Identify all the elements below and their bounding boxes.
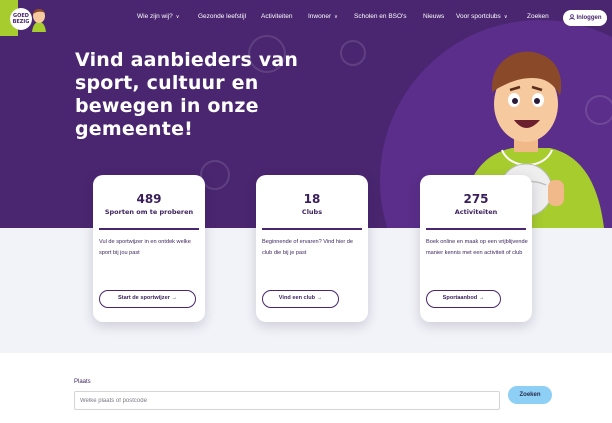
card-label: Sporten om te proberen bbox=[104, 208, 194, 216]
nav-label: Wie zijn wij? bbox=[137, 13, 173, 20]
location-search-input[interactable] bbox=[74, 391, 500, 410]
nav-label: Voor sportclubs bbox=[456, 13, 501, 20]
logo-mascot-icon bbox=[32, 8, 46, 32]
card-description: Vul de sportwijzer in en ontdek welke sp… bbox=[99, 239, 191, 256]
chevron-down-icon: ∨ bbox=[334, 14, 338, 20]
nav-label: Scholen en BSO's bbox=[354, 13, 407, 20]
card-number: 489 bbox=[136, 192, 162, 206]
nav-label: Inwoner bbox=[308, 13, 332, 20]
nav-label: Nieuws bbox=[423, 13, 445, 20]
logo-line-2: BEZIG bbox=[12, 19, 30, 25]
nav-item-scholen-en-bso[interactable]: Scholen en BSO's bbox=[354, 13, 407, 20]
site-logo[interactable]: GOED BEZIG bbox=[10, 6, 50, 32]
stat-card-sporten: 489 Sporten om te proberen Vul de sportw… bbox=[93, 175, 205, 322]
search-location-label: Plaats bbox=[74, 379, 91, 385]
nav-item-voor-sportclubs[interactable]: Voor sportclubs ∨ bbox=[456, 13, 507, 20]
nav-item-activiteiten[interactable]: Activiteiten bbox=[261, 13, 292, 20]
sportaanbod-button[interactable]: Sportaanbod → bbox=[426, 290, 501, 308]
nav-item-wie-zijn-wij[interactable]: Wie zijn wij? ∨ bbox=[137, 13, 179, 20]
card-divider bbox=[426, 228, 526, 230]
hero-title: Vind aanbieders van sport, cultuur en be… bbox=[75, 49, 299, 140]
nav-label: Gezonde leefstijl bbox=[198, 13, 247, 20]
nav-item-nieuws[interactable]: Nieuws bbox=[423, 13, 444, 20]
nav-label: Zoeken bbox=[527, 13, 549, 20]
nav-item-zoeken[interactable]: Zoeken bbox=[527, 13, 549, 20]
top-navigation: GOED BEZIG Wie zijn wij? ∨ Gezonde leefst… bbox=[0, 0, 612, 38]
nav-item-inwoner[interactable]: Inwoner ∨ bbox=[308, 13, 338, 20]
login-label: Inloggen bbox=[576, 15, 602, 21]
card-divider bbox=[99, 228, 199, 230]
chevron-down-icon: ∨ bbox=[175, 14, 180, 20]
stat-card-clubs: 18 Clubs Beginnende of ervaren? Vind hie… bbox=[256, 175, 368, 322]
chevron-down-icon: ∨ bbox=[503, 14, 508, 20]
nav-item-gezonde-leefstijl[interactable]: Gezonde leefstijl bbox=[198, 13, 246, 20]
search-submit-button[interactable]: Zoeken bbox=[508, 386, 552, 404]
card-number: 18 bbox=[303, 192, 321, 206]
card-label: Clubs bbox=[301, 208, 323, 216]
nav-label: Activiteiten bbox=[261, 13, 293, 20]
card-label: Activiteiten bbox=[454, 208, 498, 216]
card-divider bbox=[262, 228, 362, 230]
vind-een-club-button[interactable]: Vind een club → bbox=[262, 290, 339, 308]
user-icon bbox=[568, 14, 575, 20]
logo-badge: GOED BEZIG bbox=[10, 8, 32, 30]
card-number: 275 bbox=[463, 192, 489, 206]
card-description: Boek online en maak op een vrijblijvende… bbox=[426, 239, 528, 256]
start-sportwijzer-button[interactable]: Start de sportwijzer → bbox=[99, 290, 196, 308]
stat-card-activiteiten: 275 Activiteiten Boek online en maak op … bbox=[420, 175, 532, 322]
login-button[interactable]: Inloggen bbox=[563, 10, 607, 26]
ball-doodle-icon bbox=[340, 40, 366, 66]
card-description: Beginnende of ervaren? Vind hier de club… bbox=[262, 239, 354, 256]
